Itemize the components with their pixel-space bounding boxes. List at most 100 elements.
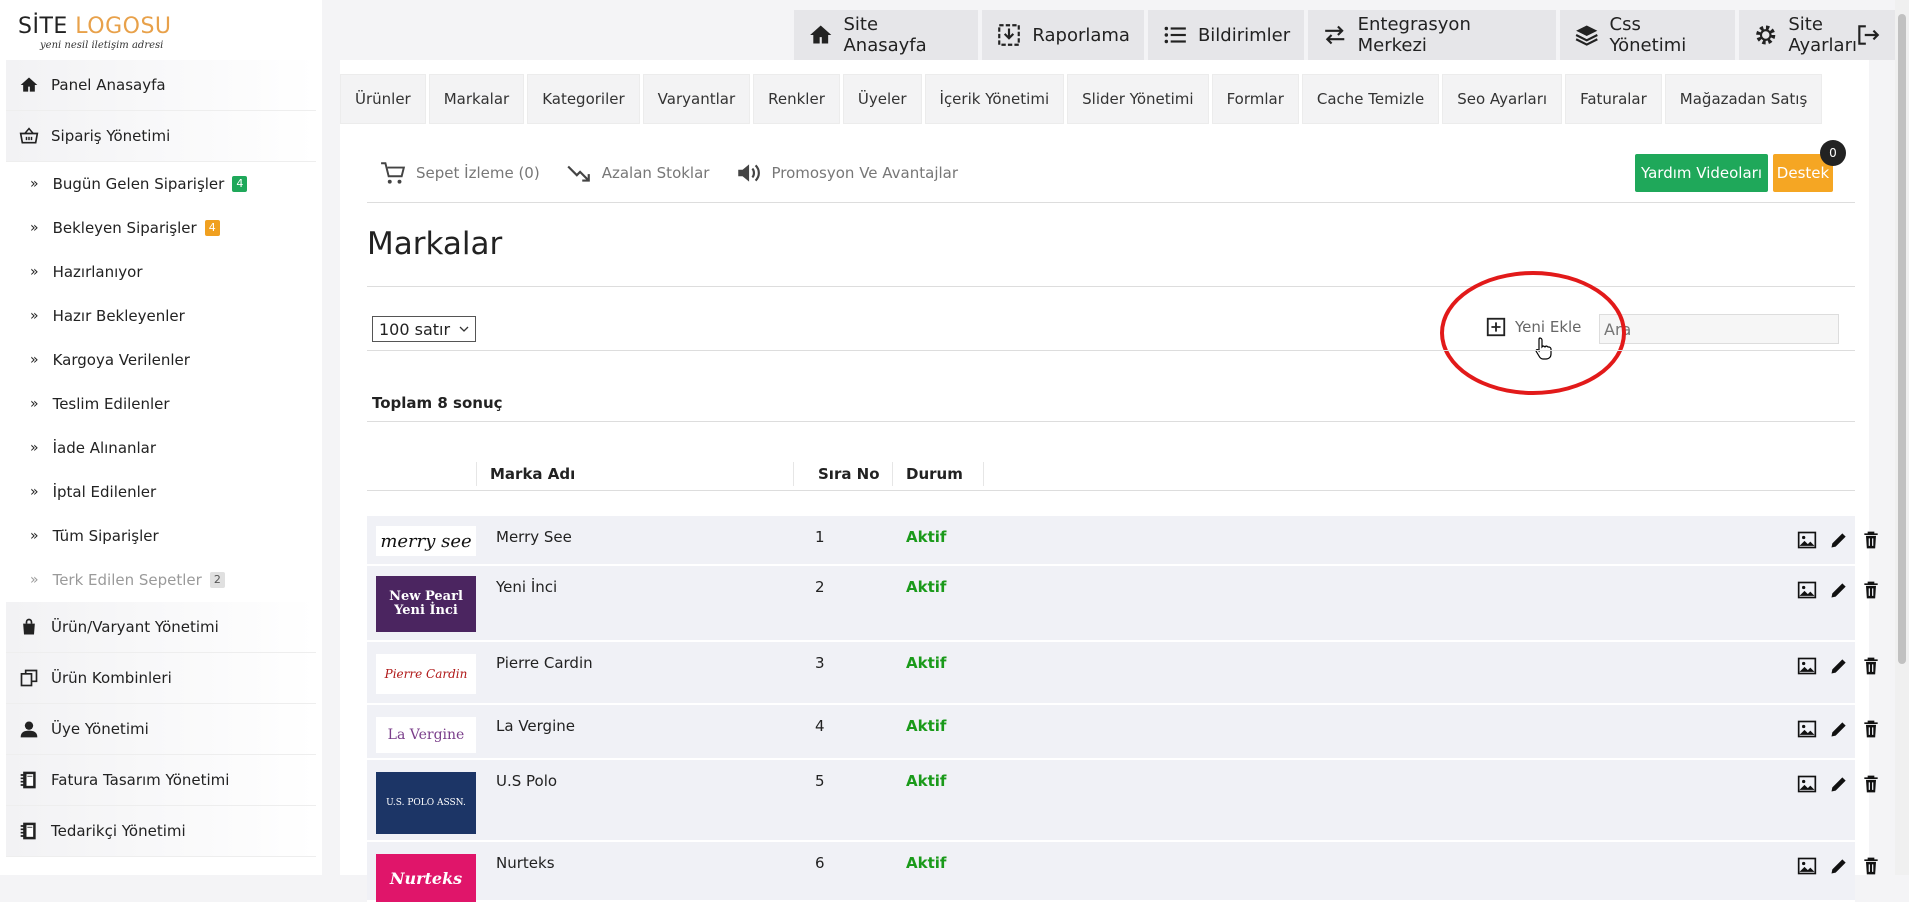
search-input[interactable] — [1599, 314, 1839, 344]
topnav-bildirimler[interactable]: Bildirimler — [1147, 10, 1305, 60]
page-scrollbar[interactable] — [1895, 0, 1909, 875]
promotions-link[interactable]: Promosyon Ve Avantajlar — [735, 160, 958, 186]
row-actions — [1797, 580, 1881, 600]
status-badge: Aktif — [906, 717, 947, 735]
chevron-down-icon — [459, 326, 469, 332]
main-content: Ürünler Markalar Kategoriler Varyantlar … — [340, 60, 1878, 902]
brand-order: 5 — [815, 772, 825, 790]
topnav-site-anasayfa[interactable]: Site Anasayfa — [794, 10, 979, 60]
sidebar-item-terk-edilen-sepetler[interactable]: » Terk Edilen Sepetler 2 — [6, 558, 322, 602]
scrollbar-thumb[interactable] — [1898, 14, 1906, 664]
pencil-icon[interactable] — [1829, 774, 1849, 794]
brand-order: 1 — [815, 528, 825, 546]
brand-order: 6 — [815, 854, 825, 872]
tab-slider-yonetimi[interactable]: Slider Yönetimi — [1067, 74, 1209, 124]
brand-logo: Pierre Cardin — [376, 654, 476, 694]
row-actions — [1797, 719, 1881, 739]
basket-icon — [19, 127, 39, 144]
sidebar-item-siparis-yonetimi[interactable]: Sipariş Yönetimi — [6, 111, 316, 162]
help-videos-button[interactable]: Yardım Videoları — [1635, 154, 1768, 192]
download-icon — [998, 24, 1021, 46]
chevron-icon: » — [30, 264, 39, 280]
tab-formlar[interactable]: Formlar — [1211, 74, 1299, 124]
trash-icon[interactable] — [1861, 774, 1881, 794]
bag-icon — [23, 618, 35, 635]
pencil-icon[interactable] — [1829, 580, 1849, 600]
pencil-icon[interactable] — [1829, 856, 1849, 876]
tab-renkler[interactable]: Renkler — [753, 74, 840, 124]
tab-kategoriler[interactable]: Kategoriler — [527, 74, 640, 124]
trash-icon[interactable] — [1861, 656, 1881, 676]
topnav-css-yonetimi[interactable]: Css Yönetimi — [1560, 10, 1735, 60]
header-separator — [983, 462, 984, 486]
tab-seo-ayarlari[interactable]: Seo Ayarları — [1442, 74, 1563, 124]
row-actions — [1797, 856, 1881, 876]
logout-icon[interactable] — [1855, 22, 1881, 48]
hand-cursor-icon — [1535, 337, 1552, 360]
row-actions — [1797, 774, 1881, 794]
tab-markalar[interactable]: Markalar — [428, 74, 525, 124]
sidebar-item-hazirlaniyor[interactable]: » Hazırlanıyor — [6, 250, 322, 294]
sidebar-item-tedarikci[interactable]: Tedarikçi Yönetimi — [6, 806, 316, 857]
trash-icon[interactable] — [1861, 856, 1881, 876]
header-separator — [476, 462, 477, 486]
divider — [367, 421, 1855, 422]
brand-logo: U.S. POLO ASSN. — [376, 772, 476, 834]
pencil-icon[interactable] — [1829, 719, 1849, 739]
sidebar-item-panel-anasayfa[interactable]: Panel Anasayfa — [6, 60, 316, 111]
sidebar-item-bekleyen[interactable]: » Bekleyen Siparişler 4 — [6, 206, 322, 250]
sidebar-item-hazir-bekleyenler[interactable]: » Hazır Bekleyenler — [6, 294, 322, 338]
tab-magazadan-satis[interactable]: Mağazadan Satış — [1664, 74, 1823, 124]
topnav-site-ayarlari[interactable]: Site Ayarları — [1738, 10, 1909, 60]
trend-down-icon — [567, 165, 590, 182]
sidebar-item-kargoya-verilenler[interactable]: » Kargoya Verilenler — [6, 338, 322, 382]
top-navigation: Site Anasayfa Raporlama Bildirimler Ente… — [794, 10, 1909, 60]
cart-icon — [381, 162, 406, 184]
image-icon[interactable] — [1797, 719, 1817, 739]
table-row: Pierre Cardin Pierre Cardin 3 Aktif — [367, 642, 1878, 705]
row-actions — [1797, 530, 1881, 550]
pencil-icon[interactable] — [1829, 656, 1849, 676]
sidebar-item-bugun-gelen[interactable]: » Bugün Gelen Siparişler 4 — [6, 162, 322, 206]
column-header-status[interactable]: Durum — [906, 465, 963, 483]
trash-icon[interactable] — [1861, 719, 1881, 739]
status-badge: Aktif — [906, 578, 947, 596]
sidebar: Panel Anasayfa Sipariş Yönetimi » Bugün G… — [0, 60, 322, 875]
image-icon[interactable] — [1797, 856, 1817, 876]
brand-name: Yeni İnci — [496, 578, 558, 596]
topnav-entegrasyon-merkezi[interactable]: Entegrasyon Merkezi — [1308, 10, 1557, 60]
column-header-name[interactable]: Marka Adı — [490, 465, 575, 483]
sidebar-item-urun-kombinleri[interactable]: Ürün Kombinleri — [6, 653, 316, 704]
sidebar-item-urun-varyant[interactable]: Ürün/Varyant Yönetimi — [6, 602, 316, 653]
trash-icon[interactable] — [1861, 580, 1881, 600]
image-icon[interactable] — [1797, 656, 1817, 676]
notebook-icon — [20, 822, 36, 840]
tab-faturalar[interactable]: Faturalar — [1565, 74, 1662, 124]
pencil-icon[interactable] — [1829, 530, 1849, 550]
sidebar-item-iptal-edilenler[interactable]: » İptal Edilenler — [6, 470, 322, 514]
sidebar-item-fatura-tasarim[interactable]: Fatura Tasarım Yönetimi — [6, 755, 316, 806]
tab-urunler[interactable]: Ürünler — [340, 74, 426, 124]
tab-uyeler[interactable]: Üyeler — [842, 74, 922, 124]
table-row: Nurteks Nurteks 6 Aktif — [367, 842, 1878, 902]
column-header-order[interactable]: Sıra No — [818, 465, 880, 483]
low-stock-link[interactable]: Azalan Stoklar — [566, 160, 709, 186]
image-icon[interactable] — [1797, 530, 1817, 550]
sidebar-item-iade-alinanlar[interactable]: » İade Alınanlar — [6, 426, 322, 470]
image-icon[interactable] — [1797, 580, 1817, 600]
rows-per-page-select[interactable]: 100 satır — [372, 316, 476, 342]
trash-icon[interactable] — [1861, 530, 1881, 550]
sidebar-item-tum-siparisler[interactable]: » Tüm Siparişler — [6, 514, 322, 558]
brands-table: merry see Merry See 1 Aktif New Pearl Ye… — [367, 516, 1878, 902]
topnav-raporlama[interactable]: Raporlama — [982, 10, 1144, 60]
sidebar-item-teslim-edilenler[interactable]: » Teslim Edilenler — [6, 382, 322, 426]
site-logo[interactable]: SİTE LOGOSU yeni nesil iletişim adresi — [0, 0, 322, 60]
divider — [367, 286, 1855, 287]
tab-icerik-yonetimi[interactable]: İçerik Yönetimi — [924, 74, 1065, 124]
sidebar-item-uye-yonetimi[interactable]: Üye Yönetimi — [6, 704, 316, 755]
tab-varyantlar[interactable]: Varyantlar — [642, 74, 751, 124]
table-row: U.S. POLO ASSN. U.S Polo 5 Aktif — [367, 760, 1878, 842]
cart-tracking-link[interactable]: Sepet İzleme (0) — [380, 160, 540, 186]
tab-cache-temizle[interactable]: Cache Temizle — [1301, 74, 1440, 124]
image-icon[interactable] — [1797, 774, 1817, 794]
